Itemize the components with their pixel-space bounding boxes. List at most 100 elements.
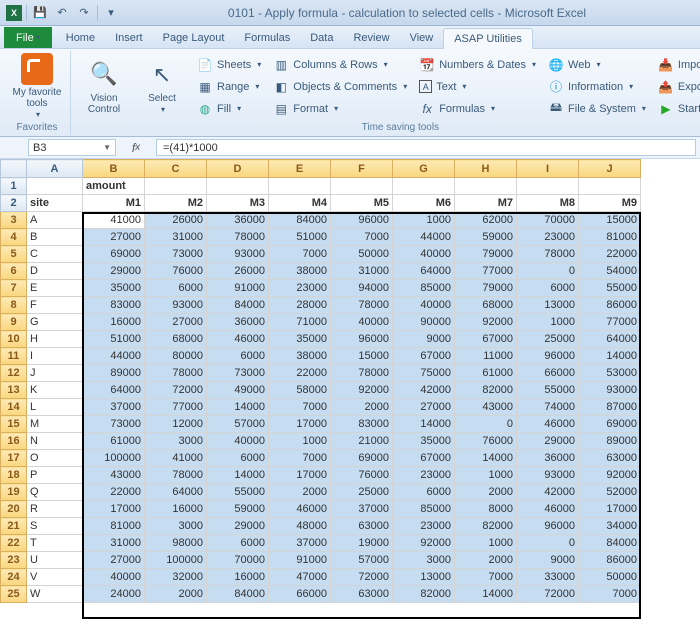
row-header[interactable]: 25 [1, 586, 27, 603]
cell[interactable]: N [27, 433, 83, 450]
cell[interactable]: 3000 [145, 433, 207, 450]
cell[interactable]: 82000 [393, 586, 455, 603]
column-header[interactable]: J [579, 160, 641, 178]
cell[interactable]: 86000 [579, 297, 641, 314]
cell[interactable]: 68000 [145, 331, 207, 348]
cell[interactable]: 71000 [269, 314, 331, 331]
cell[interactable]: 13000 [393, 569, 455, 586]
cell[interactable]: 44000 [83, 348, 145, 365]
cell[interactable] [455, 178, 517, 195]
row-header[interactable]: 4 [1, 229, 27, 246]
cell[interactable]: 64000 [145, 484, 207, 501]
cell[interactable]: 1000 [517, 314, 579, 331]
cell[interactable]: V [27, 569, 83, 586]
cell[interactable]: 31000 [83, 535, 145, 552]
cell[interactable]: 93000 [517, 467, 579, 484]
formula-bar-input[interactable]: =(41)*1000 [156, 139, 696, 156]
cell[interactable]: 89000 [579, 433, 641, 450]
cell[interactable]: 55000 [579, 280, 641, 297]
row-header[interactable]: 8 [1, 297, 27, 314]
cell[interactable]: 35000 [83, 280, 145, 297]
cell[interactable]: 15000 [579, 212, 641, 229]
cell[interactable]: 1000 [455, 467, 517, 484]
cell[interactable]: 81000 [579, 229, 641, 246]
row-header[interactable]: 22 [1, 535, 27, 552]
cell[interactable]: 46000 [269, 501, 331, 518]
row-header[interactable]: 14 [1, 399, 27, 416]
row-header[interactable]: 9 [1, 314, 27, 331]
cell[interactable]: O [27, 450, 83, 467]
cell[interactable]: 46000 [517, 416, 579, 433]
cell[interactable]: 69000 [331, 450, 393, 467]
formulas-button[interactable]: fxFormulas▾ [415, 99, 540, 119]
cell[interactable]: 62000 [455, 212, 517, 229]
cell[interactable]: 17000 [83, 501, 145, 518]
cell[interactable]: 55000 [207, 484, 269, 501]
cell[interactable]: 79000 [455, 246, 517, 263]
cell[interactable]: 100000 [83, 450, 145, 467]
cell[interactable]: 23000 [393, 467, 455, 484]
cell[interactable]: 46000 [517, 501, 579, 518]
qat-dropdown-icon[interactable]: ▾ [102, 4, 120, 22]
cell[interactable]: L [27, 399, 83, 416]
cell[interactable]: 46000 [207, 331, 269, 348]
cell[interactable]: 79000 [455, 280, 517, 297]
cell[interactable] [145, 178, 207, 195]
cell[interactable]: 48000 [269, 518, 331, 535]
cell[interactable]: 38000 [269, 348, 331, 365]
cell[interactable]: S [27, 518, 83, 535]
cell[interactable]: 54000 [579, 263, 641, 280]
column-header[interactable]: F [331, 160, 393, 178]
cell[interactable] [393, 178, 455, 195]
cell[interactable]: 22000 [83, 484, 145, 501]
numbers-dates-button[interactable]: 📆Numbers & Dates▾ [415, 55, 540, 75]
cell[interactable]: 2000 [455, 484, 517, 501]
cell[interactable]: M9 [579, 195, 641, 212]
cell[interactable]: J [27, 365, 83, 382]
cell[interactable]: 78000 [145, 365, 207, 382]
cell[interactable]: 69000 [579, 416, 641, 433]
select-button[interactable]: ↖ Select▾ [135, 59, 189, 115]
web-button[interactable]: 🌐Web▾ [544, 55, 650, 75]
cell[interactable]: 14000 [455, 450, 517, 467]
row-header[interactable]: 5 [1, 246, 27, 263]
cell[interactable]: M5 [331, 195, 393, 212]
cell[interactable]: 24000 [83, 586, 145, 603]
cell[interactable]: 72000 [331, 569, 393, 586]
cell[interactable]: 96000 [517, 348, 579, 365]
cell[interactable]: 98000 [145, 535, 207, 552]
cell[interactable]: 3000 [393, 552, 455, 569]
cell[interactable]: 50000 [331, 246, 393, 263]
cell[interactable]: I [27, 348, 83, 365]
cell[interactable]: 34000 [579, 518, 641, 535]
cell[interactable]: 84000 [579, 535, 641, 552]
cell[interactable]: 9000 [517, 552, 579, 569]
cell[interactable]: 43000 [83, 467, 145, 484]
cell[interactable]: 15000 [331, 348, 393, 365]
cell[interactable]: A [27, 212, 83, 229]
row-header[interactable]: 10 [1, 331, 27, 348]
cell[interactable]: 84000 [269, 212, 331, 229]
cell[interactable]: 78000 [207, 229, 269, 246]
cell[interactable]: 81000 [83, 518, 145, 535]
cell[interactable]: 37000 [269, 535, 331, 552]
cell[interactable]: M1 [83, 195, 145, 212]
information-button[interactable]: ⓘInformation▾ [544, 77, 650, 97]
cell[interactable]: 16000 [207, 569, 269, 586]
cell[interactable] [27, 178, 83, 195]
cell[interactable]: 42000 [517, 484, 579, 501]
cell[interactable]: 37000 [83, 399, 145, 416]
cell[interactable]: 0 [517, 535, 579, 552]
tab-data[interactable]: Data [300, 27, 343, 48]
cell[interactable]: 73000 [207, 365, 269, 382]
cell[interactable]: 70000 [207, 552, 269, 569]
cell[interactable]: Q [27, 484, 83, 501]
cell[interactable]: 25000 [517, 331, 579, 348]
cell[interactable]: 14000 [207, 399, 269, 416]
cell[interactable]: 89000 [83, 365, 145, 382]
cell[interactable]: 82000 [455, 382, 517, 399]
cell[interactable]: 61000 [83, 433, 145, 450]
cell[interactable]: 96000 [517, 518, 579, 535]
cell[interactable]: 1000 [455, 535, 517, 552]
tab-view[interactable]: View [400, 27, 444, 48]
